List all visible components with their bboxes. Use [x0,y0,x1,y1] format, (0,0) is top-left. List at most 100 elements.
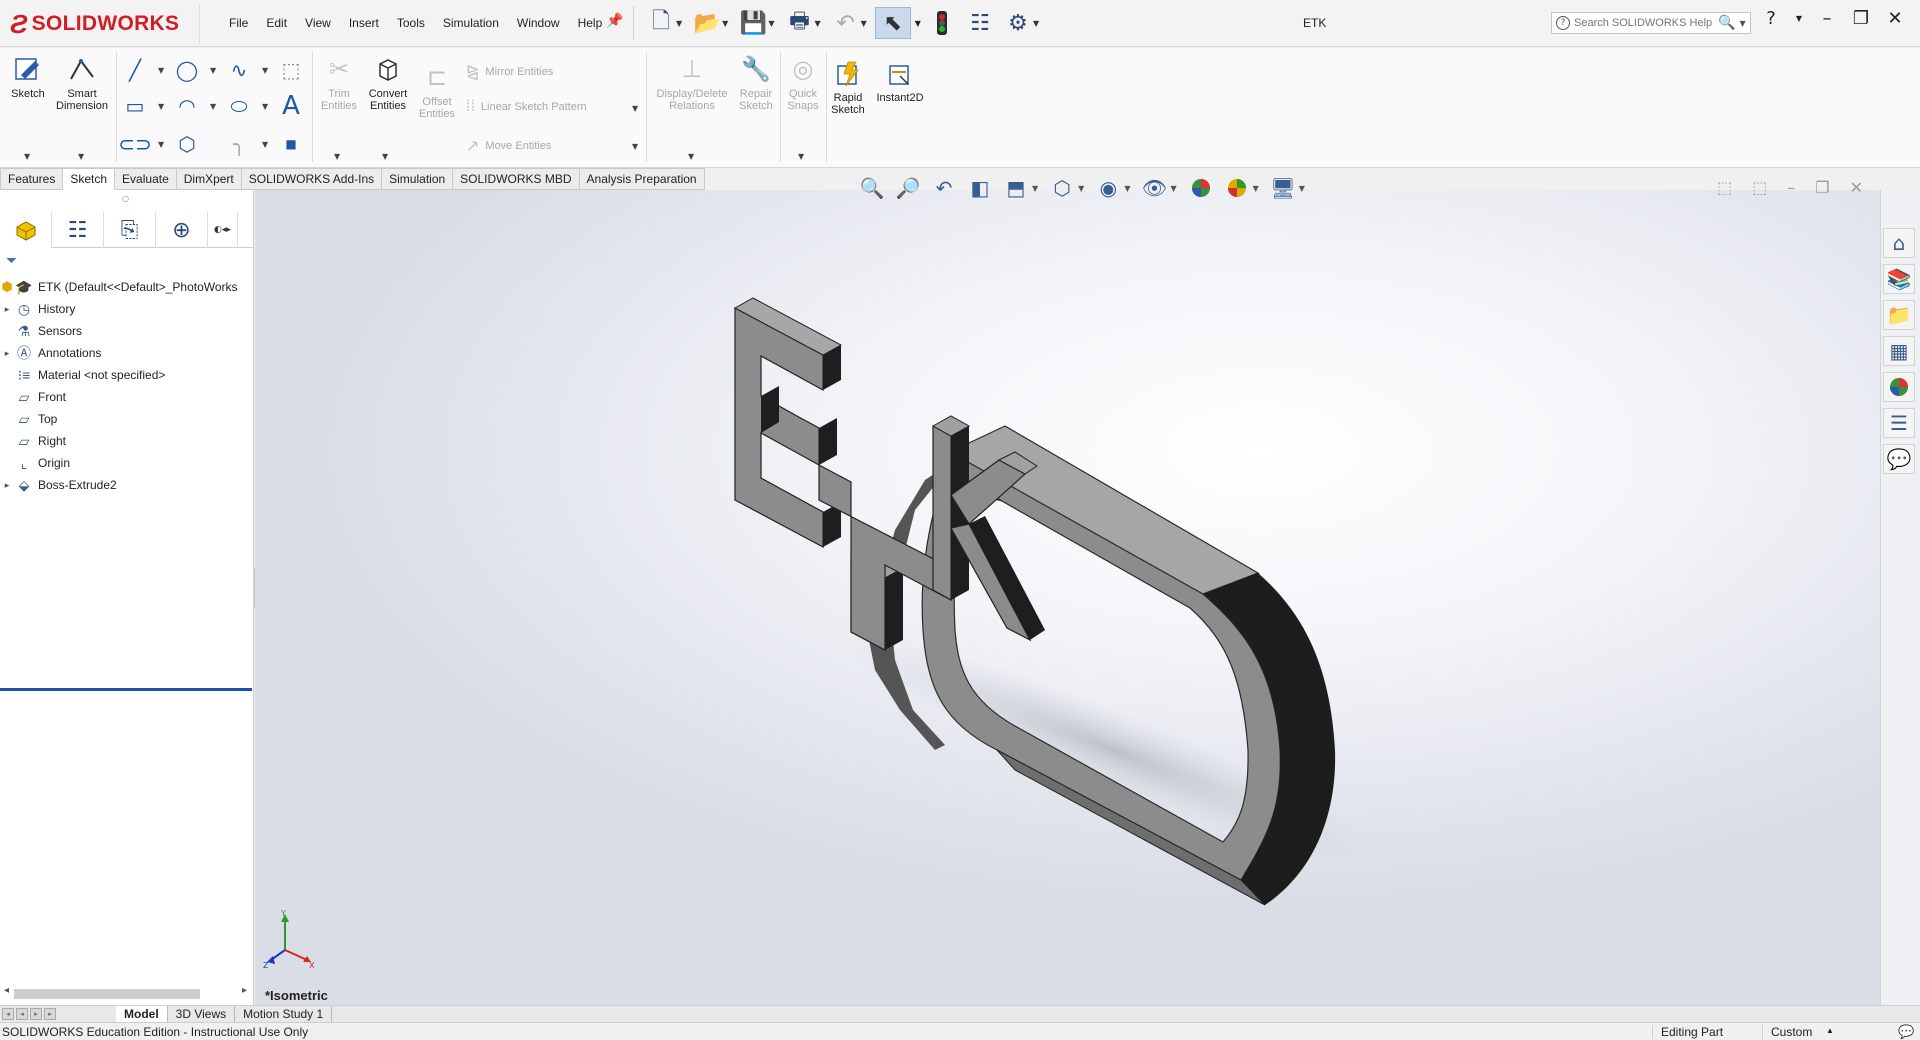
etk-part-model[interactable] [255,190,1880,1005]
circle-icon[interactable]: ◯ [172,56,202,84]
split-left-icon[interactable]: ⬚ [1717,178,1732,197]
property-manager-tab-icon[interactable]: ☷ [52,212,104,248]
chevron-down-icon[interactable]: ▼ [1299,184,1305,193]
trim-entities-button[interactable]: ✂ Trim Entities [316,54,362,113]
pin-menu-icon[interactable]: 📌 [606,13,623,29]
repair-sketch-button[interactable]: 🔧 Repair Sketch [734,54,778,113]
file-properties-button[interactable]: ☷ [963,7,997,39]
smart-dimension-button[interactable]: Smart Dimension [52,54,112,112]
fillet-icon[interactable]: ╮ [224,130,254,158]
last-tab-icon[interactable]: ▸ [44,1008,56,1020]
spline-icon[interactable]: ∿ [224,56,254,84]
tab-sketch[interactable]: Sketch [63,168,116,190]
chevron-down-icon[interactable]: ▼ [158,66,164,75]
tree-item-history[interactable]: ▸ ◷ History [0,298,254,320]
menu-help[interactable]: Help [569,14,612,32]
tab-3d-views[interactable]: 3D Views [168,1005,236,1023]
chevron-down-icon[interactable]: ▼ [1794,14,1804,23]
hide-show-items-icon[interactable]: 👁 [1138,172,1170,204]
tab-dimxpert[interactable]: DimXpert [176,168,242,190]
mirror-entities-button[interactable]: ⧎ Mirror Entities [466,62,553,82]
display-delete-relations-button[interactable]: ⊥ Display/Delete Relations [652,54,732,113]
chevron-down-icon[interactable]: ▼ [24,152,30,161]
chevron-down-icon[interactable]: ▼ [688,152,694,161]
tree-item-front-plane[interactable]: ▱ Front [0,386,254,408]
search-icon[interactable]: 🔍 [1718,15,1735,31]
help-search-box[interactable]: ? 🔍 ▼ [1551,12,1751,34]
prev-tab-icon[interactable]: ◂ [16,1008,28,1020]
print-button[interactable]: 🖶 ▼ [782,7,824,39]
restore-icon[interactable]: ❐ [1850,8,1872,29]
chevron-down-icon[interactable]: ▼ [798,152,804,161]
chevron-down-icon[interactable]: ▼ [632,142,638,151]
new-document-button[interactable]: 🗋 ▼ [644,7,686,39]
tab-motion-study-1[interactable]: Motion Study 1 [235,1005,333,1023]
dynamic-annotation-icon[interactable]: ⬒ [1000,172,1032,204]
view-orientation-icon[interactable]: ⬡ [1046,172,1078,204]
open-button[interactable]: 📂 ▼ [690,7,732,39]
tree-item-origin[interactable]: ⌞ Origin [0,452,254,474]
unit-system[interactable]: Custom [1762,1025,1812,1039]
point-icon[interactable]: ■ [276,130,306,158]
chevron-down-icon[interactable]: ▼ [814,19,820,28]
tab-features[interactable]: Features [0,168,64,190]
chevron-down-icon[interactable]: ▼ [676,19,682,28]
scrollbar-thumb[interactable] [14,989,200,999]
display-manager-tab-icon[interactable]: ◐◂▸ [208,212,238,248]
quick-snaps-button[interactable]: ◎ Quick Snaps [784,54,822,113]
menu-insert[interactable]: Insert [340,14,388,32]
undo-button[interactable]: ↶ ▼ [829,7,871,39]
chevron-down-icon[interactable]: ▼ [915,19,921,28]
zoom-to-area-icon[interactable]: 🔎 [892,172,924,204]
chevron-up-icon[interactable]: ▲ [1826,1026,1834,1035]
save-button[interactable]: 💾 ▼ [736,7,778,39]
tab-evaluate[interactable]: Evaluate [115,168,177,190]
scroll-left-icon[interactable]: ◂ [4,985,9,996]
tooltip-toggle-icon[interactable]: 💬 [1898,1024,1914,1040]
rollback-bar[interactable] [0,688,252,691]
search-input[interactable] [1574,17,1714,29]
offset-entities-button[interactable]: ⊏ Offset Entities [414,62,460,121]
graphics-area[interactable]: Y X Z *Isometric [255,190,1880,1005]
polygon-icon[interactable]: ⬡ [172,130,202,158]
chevron-down-icon[interactable]: ▼ [1078,184,1084,193]
first-tab-icon[interactable]: ◂ [2,1008,14,1020]
close-icon[interactable]: ✕ [1884,8,1906,29]
horizontal-scrollbar[interactable]: ◂ ▸ [0,985,254,1001]
chevron-down-icon[interactable]: ▼ [1170,184,1176,193]
chevron-down-icon[interactable]: ▼ [1739,19,1745,28]
apply-scene-icon[interactable] [1221,172,1253,204]
tree-item-sensors[interactable]: ⚗ Sensors [0,320,254,342]
filter-icon[interactable]: ⏷ [6,253,17,269]
tree-item-right-plane[interactable]: ▱ Right [0,430,254,452]
chevron-down-icon[interactable]: ▼ [334,152,340,161]
solidworks-logo[interactable]: Ƨ SOLIDWORKS [10,4,200,44]
sketch-button[interactable]: Sketch [8,54,48,100]
tab-model[interactable]: Model [116,1005,168,1023]
rebuild-button[interactable] [925,7,959,39]
chevron-down-icon[interactable]: ▼ [1124,184,1130,193]
chevron-down-icon[interactable]: ▼ [158,102,164,111]
appearances-icon[interactable] [1883,372,1915,402]
menu-file[interactable]: File [220,14,257,32]
chevron-down-icon[interactable]: ▼ [1032,184,1038,193]
expand-arrow-icon[interactable]: ▸ [0,480,14,491]
chevron-down-icon[interactable]: ▼ [262,66,268,75]
display-style-icon[interactable]: ◉ [1092,172,1124,204]
zoom-to-fit-icon[interactable]: 🔍 [856,172,888,204]
chevron-down-icon[interactable]: ▼ [1253,184,1259,193]
section-view-icon[interactable]: ◧ [964,172,996,204]
chevron-down-icon[interactable]: ▼ [722,19,728,28]
help-icon[interactable]: ? [1760,8,1782,29]
tab-solidworks-mbd[interactable]: SOLIDWORKS MBD [453,168,580,190]
viewport-minimize-icon[interactable]: – [1787,178,1795,197]
linear-sketch-pattern-button[interactable]: ⁞⁞ Linear Sketch Pattern [466,98,587,116]
construction-geometry-icon[interactable]: ⬚ [276,56,306,84]
view-palette-icon[interactable]: ▦ [1883,336,1915,366]
chevron-down-icon[interactable]: ▼ [382,152,388,161]
solidworks-resources-icon[interactable]: ⌂ [1883,228,1915,258]
scroll-right-icon[interactable]: ▸ [242,985,247,996]
feature-manager-tab-icon[interactable] [0,212,52,248]
slot-icon[interactable]: ⊂⊃ [118,130,152,158]
next-tab-icon[interactable]: ▸ [30,1008,42,1020]
